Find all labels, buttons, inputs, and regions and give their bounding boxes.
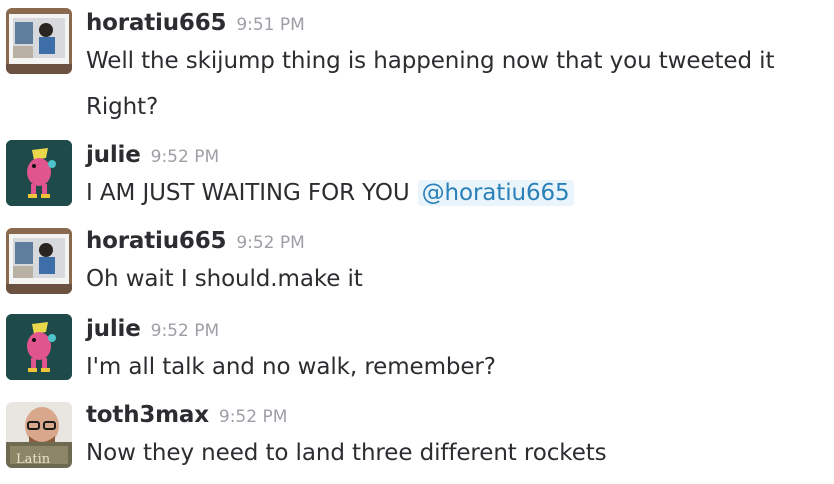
message: julie 9:52 PM I AM JUST WAITING FOR YOU @h…: [0, 136, 834, 216]
cartoon-creature-avatar-icon: [6, 140, 72, 206]
book-cover-label: Latin: [16, 452, 51, 467]
horatiu665-avatar[interactable]: [6, 228, 72, 294]
message-header: horatiu665 9:51 PM: [86, 10, 305, 36]
timestamp[interactable]: 9:52 PM: [236, 233, 305, 253]
timestamp[interactable]: 9:52 PM: [219, 407, 288, 427]
message-text: Oh wait I should.make it: [86, 266, 363, 292]
message-text: I AM JUST WAITING FOR YOU @horatiu665: [86, 180, 574, 206]
author-name[interactable]: toth3max: [86, 402, 209, 428]
horatiu665-avatar[interactable]: [6, 8, 72, 74]
user-mention-link[interactable]: @horatiu665: [417, 180, 574, 206]
author-name[interactable]: julie: [86, 316, 141, 342]
message-text: I'm all talk and no walk, remember?: [86, 354, 496, 380]
message-header: toth3max 9:52 PM: [86, 402, 287, 428]
message-text: Right?: [86, 94, 159, 120]
julie-avatar[interactable]: [6, 140, 72, 206]
toth3max-avatar[interactable]: Latin: [6, 402, 72, 468]
message-text: Well the skijump thing is happening now …: [86, 48, 775, 74]
author-name[interactable]: horatiu665: [86, 10, 227, 36]
timestamp[interactable]: 9:52 PM: [151, 321, 220, 341]
julie-avatar[interactable]: [6, 314, 72, 380]
message-header: horatiu665 9:52 PM: [86, 228, 305, 254]
author-name[interactable]: horatiu665: [86, 228, 227, 254]
message-header: julie 9:52 PM: [86, 316, 219, 342]
message: julie 9:52 PM I'm all talk and no walk, r…: [0, 310, 834, 390]
message: horatiu665 9:51 PM Well the skijump thing…: [0, 0, 834, 130]
photo-avatar-icon: [6, 8, 72, 74]
timestamp[interactable]: 9:51 PM: [236, 15, 305, 35]
photo-avatar-icon: [6, 228, 72, 294]
author-name[interactable]: julie: [86, 142, 141, 168]
timestamp[interactable]: 9:52 PM: [151, 147, 220, 167]
message-text-content: I AM JUST WAITING FOR YOU: [86, 180, 410, 206]
message-header: julie 9:52 PM: [86, 142, 219, 168]
message-text: Now they need to land three different ro…: [86, 440, 607, 466]
message: Latin toth3max 9:52 PM Now they need to l…: [0, 396, 834, 484]
cartoon-creature-avatar-icon: [6, 314, 72, 380]
message: horatiu665 9:52 PM Oh wait I should.make …: [0, 222, 834, 302]
